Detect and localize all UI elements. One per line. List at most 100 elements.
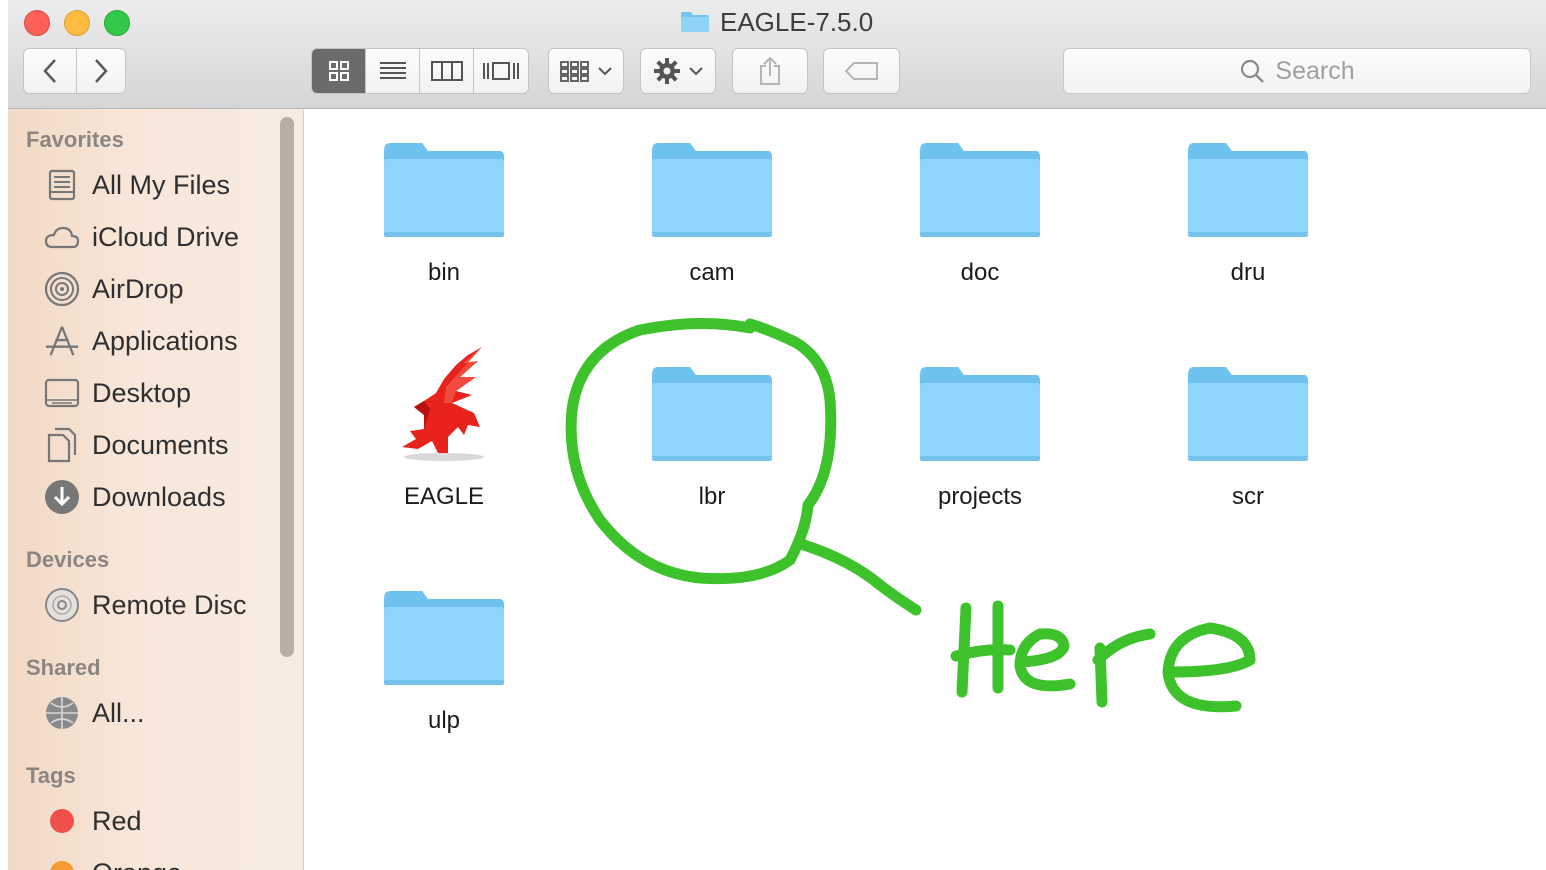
file-item-label: EAGLE [403,483,485,510]
icon-view-button[interactable] [312,49,366,93]
finder-window: EAGLE-7.5.0 Search Favorites All My File… [8,0,1546,870]
sidebar-item-downloads[interactable]: Downloads [44,477,226,517]
sidebar-item-all-my-files[interactable]: All My Files [44,165,230,205]
search-icon [1241,59,1265,83]
cover-flow-view-icon [483,62,519,80]
search-placeholder: Search [1275,56,1355,85]
sidebar-heading-favorites: Favorites [26,127,124,152]
chevron-right-icon [95,59,108,83]
sidebar-item-label: AirDrop [92,273,184,304]
sidebar-item-tag-red[interactable]: Red [44,801,142,841]
eagle-app-icon [402,347,484,461]
network-icon [44,695,80,731]
file-item-projects[interactable]: projects [890,353,1070,511]
sidebar: Favorites All My Files iCloud Drive AirD… [8,109,304,870]
file-item-lbr[interactable]: lbr [622,353,802,511]
downloads-icon [44,479,80,515]
airdrop-icon [44,271,80,307]
documents-icon [44,427,80,463]
folder-icon [920,143,1040,237]
search-field[interactable]: Search [1063,48,1531,94]
sidebar-item-label: Applications [92,325,238,356]
sidebar-item-label: Downloads [92,481,226,512]
share-icon [760,56,780,85]
sidebar-item-label: All... [92,697,145,728]
sidebar-item-label: Red [92,805,142,836]
sidebar-item-desktop[interactable]: Desktop [44,373,191,413]
tag-button[interactable] [823,48,900,94]
tag-color-dot-icon [44,855,80,870]
window-title-text: EAGLE-7.5.0 [720,6,874,37]
back-button[interactable] [23,48,77,94]
file-item-label: bin [427,259,461,286]
sidebar-item-documents[interactable]: Documents [44,425,229,465]
folder-icon [920,367,1040,461]
list-view-icon [379,62,406,79]
all-files-icon [44,167,80,203]
tag-icon [844,62,878,80]
chevron-left-icon [43,59,56,83]
column-view-icon [430,61,463,81]
folder-icon [1188,143,1308,237]
file-item-dru[interactable]: dru [1158,129,1338,287]
folder-icon [1188,367,1308,461]
sidebar-item-label: Remote Disc [92,589,247,620]
sidebar-item-applications[interactable]: Applications [44,321,238,361]
file-browser: bin cam doc dru EAGLE lbr projects scr u… [304,109,1546,870]
gear-icon [654,58,680,84]
file-item-eagle-app[interactable]: EAGLE [354,347,534,511]
chevron-down-icon [598,67,612,76]
grid-arrange-icon [560,61,589,82]
action-button[interactable] [640,48,716,94]
sidebar-item-label: Orange [92,858,182,870]
desktop-icon [44,375,80,411]
folder-icon [384,143,504,237]
cover-flow-view-button[interactable] [474,49,528,93]
disc-icon [44,587,80,623]
file-item-doc[interactable]: doc [890,129,1070,287]
file-item-label: ulp [427,707,461,734]
icon-view-icon [328,61,349,81]
sidebar-item-icloud-drive[interactable]: iCloud Drive [44,217,239,257]
file-item-label: dru [1230,259,1266,286]
list-view-button[interactable] [366,49,420,93]
sidebar-item-airdrop[interactable]: AirDrop [44,269,184,309]
file-item-label: lbr [698,483,726,510]
sidebar-item-tag-orange[interactable]: Orange [44,853,182,870]
folder-icon [652,367,772,461]
file-item-scr[interactable]: scr [1158,353,1338,511]
forward-button[interactable] [76,48,126,94]
zoom-button[interactable] [104,10,130,36]
sidebar-item-remote-disc[interactable]: Remote Disc [44,585,247,625]
chevron-down-icon [689,67,703,76]
column-view-button[interactable] [420,49,474,93]
minimize-button[interactable] [64,10,90,36]
view-mode-control [311,48,529,94]
applications-icon [44,323,80,359]
folder-icon [652,143,772,237]
file-item-ulp[interactable]: ulp [354,577,534,735]
share-button[interactable] [732,48,808,94]
folder-icon [384,591,504,685]
sidebar-item-label: All My Files [92,169,231,200]
arrange-button[interactable] [548,48,624,94]
sidebar-item-shared-all[interactable]: All... [44,693,145,733]
sidebar-heading-shared: Shared [26,655,101,680]
file-item-label: cam [689,259,735,286]
file-item-cam[interactable]: cam [622,129,802,287]
close-button[interactable] [24,10,50,36]
file-item-bin[interactable]: bin [354,129,534,287]
sidebar-item-label: iCloud Drive [92,221,240,252]
sidebar-heading-devices: Devices [26,547,110,572]
cloud-icon [44,219,80,255]
sidebar-item-label: Documents [92,429,229,460]
folder-icon [681,12,709,32]
file-item-label: projects [937,483,1023,510]
file-item-label: scr [1232,483,1264,510]
sidebar-scrollbar[interactable] [280,117,294,657]
sidebar-item-label: Desktop [92,377,192,408]
window-title: EAGLE-7.5.0 [680,6,873,38]
file-item-label: doc [960,259,1000,286]
tag-color-dot-icon [44,803,80,839]
sidebar-heading-tags: Tags [26,763,76,788]
